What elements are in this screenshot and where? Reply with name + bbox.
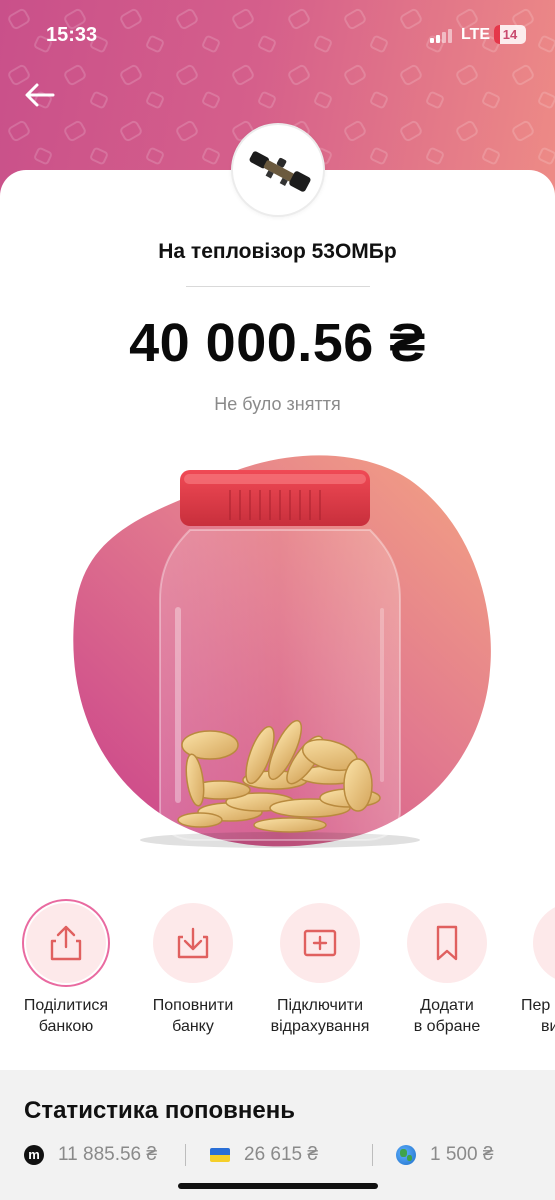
top-up-jar-button[interactable]: Поповнити банку <box>133 903 253 1037</box>
add-card-icon <box>303 929 337 957</box>
back-button[interactable] <box>22 78 58 114</box>
stats-separator <box>372 1144 373 1166</box>
jar-title: На тепловізор 53ОМБр <box>158 240 397 263</box>
home-indicator[interactable] <box>178 1183 378 1189</box>
add-to-favorites-circle <box>407 903 487 983</box>
more-action-label-line2: ви <box>541 1018 555 1035</box>
more-action-circle <box>533 903 555 983</box>
stat-ukraine: 26 615 ₴ <box>210 1142 318 1168</box>
stat-ukraine-value: 26 615 ₴ <box>244 1144 318 1165</box>
divider <box>186 286 370 287</box>
arrow-left-icon <box>25 83 55 107</box>
connect-deductions-label-line2: відрахування <box>270 1018 370 1035</box>
status-bar: 15:33 LTE 14 <box>0 0 555 70</box>
stats-section: Статистика поповнень m 11 885.56 ₴ 26 61… <box>0 1070 555 1200</box>
download-icon <box>177 927 209 959</box>
share-jar-label-line2: банкою <box>38 1018 94 1035</box>
monobank-icon: m <box>24 1145 44 1165</box>
connect-deductions-label: Підключити відрахування <box>260 995 380 1037</box>
withdraw-note: Не було зняття <box>214 394 341 414</box>
connect-deductions-label-line1: Підключити <box>276 997 364 1014</box>
signal-icon <box>430 27 456 43</box>
thermal-scope-icon <box>249 151 311 192</box>
stat-world-value: 1 500 ₴ <box>430 1144 494 1165</box>
ukraine-flag-icon <box>210 1148 230 1162</box>
share-jar-label-line1: Поділитися <box>23 997 109 1014</box>
jar-amount: 40 000.56 ₴ <box>129 313 426 373</box>
share-icon <box>50 925 82 961</box>
top-up-jar-label-line2: банку <box>172 1018 214 1035</box>
add-to-favorites-button[interactable]: Додати в обране <box>387 903 507 1037</box>
battery-level: 14 <box>502 27 518 42</box>
stat-world: 1 500 ₴ <box>396 1142 493 1168</box>
add-to-favorites-label-line1: Додати <box>420 997 474 1014</box>
status-time: 15:33 <box>46 24 98 46</box>
stats-title: Статистика поповнень <box>24 1097 295 1124</box>
jar-illustration <box>73 455 491 848</box>
bookmark-icon <box>436 925 458 961</box>
add-to-favorites-label-line2: в обране <box>413 1018 481 1035</box>
top-up-jar-label: Поповнити банку <box>133 995 253 1037</box>
more-action-label: Пер ви <box>521 995 555 1037</box>
share-jar-circle <box>26 903 106 983</box>
jar-avatar <box>231 123 325 217</box>
stat-monobank: m 11 885.56 ₴ <box>24 1142 157 1168</box>
more-action-label-line1: Пер <box>521 997 551 1014</box>
stats-separator <box>185 1144 186 1166</box>
top-up-jar-circle <box>153 903 233 983</box>
share-jar-button[interactable]: Поділитися банкою <box>6 903 126 1037</box>
globe-icon <box>396 1145 416 1165</box>
add-to-favorites-label: Додати в обране <box>387 995 507 1037</box>
more-action-button[interactable]: Пер ви <box>508 903 555 1037</box>
stat-monobank-value: 11 885.56 ₴ <box>58 1144 157 1165</box>
share-jar-label: Поділитися банкою <box>6 995 126 1037</box>
connect-deductions-button[interactable]: Підключити відрахування <box>260 903 380 1037</box>
connect-deductions-circle <box>280 903 360 983</box>
top-up-jar-label-line1: Поповнити <box>152 997 234 1014</box>
network-type: LTE <box>461 26 491 43</box>
battery-icon: 14 <box>494 25 526 44</box>
